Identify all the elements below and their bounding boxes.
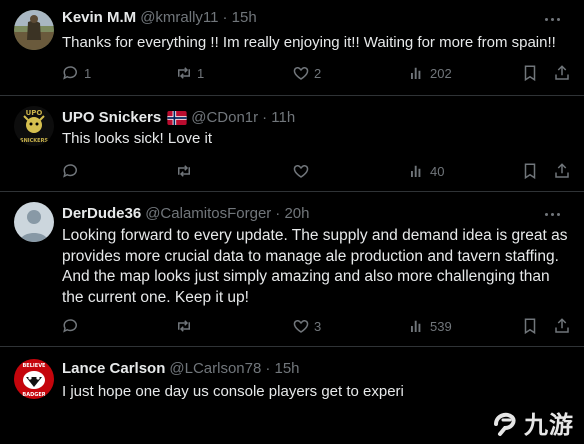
bookmark-button[interactable] xyxy=(521,161,539,181)
bookmark-button[interactable] xyxy=(521,63,539,83)
tweet[interactable]: Kevin M.M @kmrally11 · 15h Thanks for ev… xyxy=(0,0,584,96)
watermark-text: 九游 xyxy=(524,411,574,439)
like-button[interactable]: 3 xyxy=(292,316,321,336)
reply-button[interactable]: 1 xyxy=(62,63,91,83)
views-button[interactable]: 40 xyxy=(408,161,444,181)
bookmark-icon xyxy=(524,163,536,180)
tweet-text: Thanks for everything !! Im really enjoy… xyxy=(62,34,556,51)
avatar[interactable]: BELIEVE BADGER xyxy=(14,359,54,399)
tweet[interactable]: DerDude36 @CalamitosForger · 20h Looking… xyxy=(0,192,584,347)
reply-icon xyxy=(63,319,77,333)
retweet-icon xyxy=(178,320,190,332)
avatar[interactable] xyxy=(14,10,54,50)
like-button[interactable] xyxy=(292,161,314,181)
reply-icon xyxy=(63,164,77,178)
retweet-icon xyxy=(178,165,190,177)
views-button[interactable]: 539 xyxy=(408,316,452,336)
bookmark-icon xyxy=(524,65,536,82)
tweet-text: This looks sick! Love it xyxy=(62,130,213,147)
tweet-actions: 1 1 2 202 xyxy=(62,63,574,83)
display-name[interactable]: UPO Snickers xyxy=(62,109,161,126)
tweet[interactable]: UPO SNICKERS UPO Snickers @CDon1r · 11h … xyxy=(0,96,584,192)
norway-flag-icon xyxy=(167,110,187,125)
bookmark-icon xyxy=(524,318,536,335)
avatar-text-bottom: BADGER xyxy=(22,392,45,398)
share-icon xyxy=(555,318,569,333)
avatar[interactable] xyxy=(14,202,54,242)
avatar-text-bottom: SNICKERS xyxy=(20,138,48,144)
share-button[interactable] xyxy=(553,316,571,336)
view-count: 40 xyxy=(430,163,445,179)
user-handle[interactable]: @CalamitosForger xyxy=(145,205,271,222)
share-button[interactable] xyxy=(553,63,571,83)
tweet-actions: 3 539 xyxy=(62,316,574,336)
reply-button[interactable] xyxy=(62,316,84,336)
tweet-header: Kevin M.M @kmrally11 · 15h xyxy=(62,9,257,26)
retweet-button[interactable] xyxy=(175,161,197,181)
timestamp[interactable]: · 15h xyxy=(222,9,256,26)
tweet-text: I just hope one day us console players g… xyxy=(62,383,404,400)
avatar-text-top: UPO xyxy=(26,109,43,117)
tweet-text: Looking forward to every update. The sup… xyxy=(62,227,568,306)
nine-game-logo-icon xyxy=(494,412,516,436)
like-count: 3 xyxy=(314,318,322,334)
share-icon xyxy=(555,65,569,80)
bookmark-button[interactable] xyxy=(521,316,539,336)
avatar-text-top: BELIEVE xyxy=(23,363,47,369)
share-icon xyxy=(555,163,569,178)
retweet-count: 1 xyxy=(197,65,205,81)
retweet-icon xyxy=(178,67,190,79)
heart-icon xyxy=(293,66,309,80)
retweet-button[interactable] xyxy=(175,316,197,336)
retweet-button[interactable]: 1 xyxy=(175,63,204,83)
avatar[interactable]: UPO SNICKERS xyxy=(14,106,54,146)
view-count: 539 xyxy=(430,318,452,334)
views-icon xyxy=(411,67,421,79)
reply-count: 1 xyxy=(84,65,92,81)
timestamp[interactable]: · 15h xyxy=(265,360,299,377)
views-button[interactable]: 202 xyxy=(408,63,452,83)
display-name[interactable]: Lance Carlson xyxy=(62,360,165,377)
view-count: 202 xyxy=(430,65,452,81)
display-name[interactable]: Kevin M.M xyxy=(62,9,136,26)
timestamp[interactable]: · 20h xyxy=(275,205,309,222)
tweet-header: Lance Carlson @LCarlson78 · 15h xyxy=(62,360,300,377)
user-handle[interactable]: @CDon1r xyxy=(191,109,258,126)
heart-icon xyxy=(293,164,309,178)
like-button[interactable]: 2 xyxy=(292,63,321,83)
more-icon[interactable] xyxy=(542,12,562,26)
tweet-header: DerDude36 @CalamitosForger · 20h xyxy=(62,205,310,222)
reply-button[interactable] xyxy=(62,161,84,181)
heart-icon xyxy=(293,319,309,333)
views-icon xyxy=(411,320,421,332)
tweet-actions: 40 xyxy=(62,161,574,181)
user-handle[interactable]: @LCarlson78 xyxy=(169,360,261,377)
reply-icon xyxy=(63,66,77,80)
views-icon xyxy=(411,165,421,177)
watermark: 九游 xyxy=(490,405,574,440)
like-count: 2 xyxy=(314,65,322,81)
user-handle[interactable]: @kmrally11 xyxy=(140,9,218,26)
more-icon[interactable] xyxy=(542,207,562,221)
share-button[interactable] xyxy=(553,161,571,181)
timestamp[interactable]: · 11h xyxy=(262,109,295,126)
tweet-header: UPO Snickers @CDon1r · 11h xyxy=(62,109,295,126)
display-name[interactable]: DerDude36 xyxy=(62,205,141,222)
